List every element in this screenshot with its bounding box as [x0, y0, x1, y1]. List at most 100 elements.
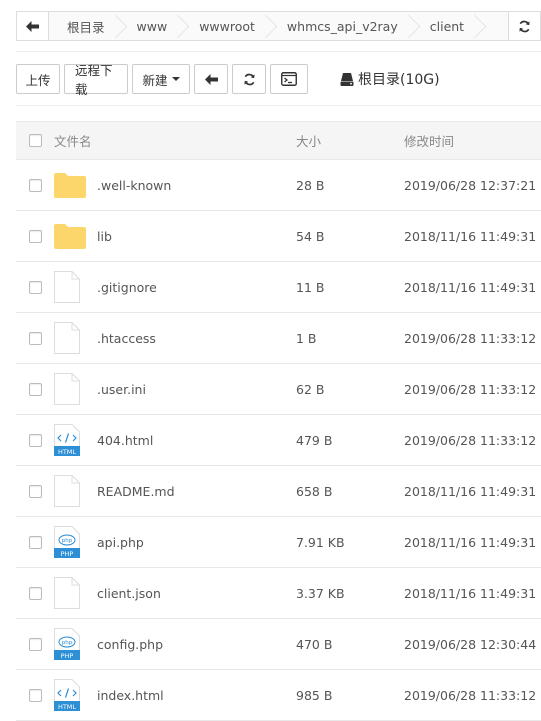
table-row[interactable]: .gitignore 11 B 2018/11/16 11:49:31: [16, 262, 541, 313]
file-type-icon-cell[interactable]: [54, 475, 97, 507]
file-size: 28 B: [296, 177, 325, 193]
breadcrumb-item-www[interactable]: www: [118, 12, 182, 40]
svg-text:HTML: HTML: [58, 703, 76, 711]
row-checkbox[interactable]: [28, 688, 42, 702]
file-modified: 2018/11/16 11:49:31: [404, 483, 537, 499]
file-modified: 2018/11/16 11:49:31: [404, 534, 537, 550]
file-name[interactable]: .well-known: [97, 178, 296, 193]
file-name[interactable]: config.php: [97, 637, 296, 652]
table-row[interactable]: php PHP config.php 470 B 2019/06/28 12:3…: [16, 619, 541, 670]
php-file-icon: php PHP: [54, 526, 80, 558]
breadcrumb-item-root[interactable]: 根目录: [49, 12, 119, 40]
file-type-icon-cell[interactable]: HTML: [54, 424, 97, 456]
caret-down-icon: [171, 77, 180, 81]
file-modified: 2018/11/16 11:49:31: [404, 585, 537, 601]
file-modified: 2019/06/28 11:33:12: [404, 687, 537, 703]
file-icon: [54, 373, 80, 405]
file-name[interactable]: index.html: [97, 688, 296, 703]
table-row[interactable]: HTML index.html 985 B 2019/06/28 11:33:1…: [16, 670, 541, 721]
folder-icon: [54, 224, 86, 249]
file-type-icon-cell[interactable]: [54, 172, 97, 198]
file-name[interactable]: .htaccess: [97, 331, 296, 346]
toolbar: 上传 远程下载 新建 根目录(10G): [16, 63, 440, 97]
divider: [16, 105, 541, 106]
file-type-icon-cell[interactable]: [54, 322, 97, 354]
file-size: 11 B: [296, 279, 325, 295]
back-button[interactable]: [194, 64, 228, 94]
file-type-icon-cell[interactable]: php PHP: [54, 526, 97, 558]
table-row[interactable]: lib 54 B 2018/11/16 11:49:31: [16, 211, 541, 262]
refresh-button[interactable]: [232, 64, 266, 94]
table-row[interactable]: .well-known 28 B 2019/06/28 12:37:21: [16, 160, 541, 211]
row-checkbox[interactable]: [28, 586, 42, 600]
file-size: 7.91 KB: [296, 534, 345, 550]
file-type-icon-cell[interactable]: [54, 577, 97, 609]
file-name[interactable]: api.php: [97, 535, 296, 550]
svg-text:PHP: PHP: [61, 550, 74, 558]
file-name[interactable]: lib: [97, 229, 296, 244]
row-checkbox[interactable]: [28, 433, 42, 447]
file-name[interactable]: 404.html: [97, 433, 296, 448]
arrow-left-icon: [26, 20, 39, 32]
row-checkbox[interactable]: [28, 535, 42, 549]
file-type-icon-cell[interactable]: HTML: [54, 679, 97, 711]
breadcrumb-refresh-button[interactable]: [508, 12, 540, 40]
file-icon: [54, 271, 80, 303]
file-type-icon-cell[interactable]: php PHP: [54, 628, 97, 660]
row-checkbox[interactable]: [28, 229, 42, 243]
new-dropdown-button[interactable]: 新建: [132, 64, 190, 94]
breadcrumb-item-client[interactable]: client: [411, 12, 479, 40]
row-checkbox[interactable]: [28, 331, 42, 345]
column-header-size[interactable]: 大小: [296, 131, 404, 150]
file-type-icon-cell[interactable]: [54, 271, 97, 303]
file-icon: [54, 577, 80, 609]
table-header: 文件名 大小 修改时间: [16, 121, 541, 160]
breadcrumb: 根目录 www wwwroot whmcs_api_v2ray client: [16, 11, 541, 41]
arrow-left-icon: [204, 73, 218, 85]
file-size: 658 B: [296, 483, 333, 499]
upload-button[interactable]: 上传: [16, 64, 60, 94]
file-modified: 2019/06/28 11:33:12: [404, 381, 537, 397]
file-size: 54 B: [296, 228, 325, 244]
terminal-button[interactable]: [270, 64, 308, 94]
table-row[interactable]: php PHP api.php 7.91 KB 2018/11/16 11:49…: [16, 517, 541, 568]
row-checkbox[interactable]: [28, 382, 42, 396]
svg-text:PHP: PHP: [61, 652, 74, 660]
column-header-modified[interactable]: 修改时间: [404, 131, 541, 150]
file-type-icon-cell[interactable]: [54, 373, 97, 405]
file-name[interactable]: .user.ini: [97, 382, 296, 397]
file-name[interactable]: .gitignore: [97, 280, 296, 295]
select-all-checkbox[interactable]: [28, 134, 42, 147]
table-row[interactable]: .user.ini 62 B 2019/06/28 11:33:12: [16, 364, 541, 415]
html-file-icon: HTML: [54, 679, 80, 711]
table-row[interactable]: .htaccess 1 B 2019/06/28 11:33:12: [16, 313, 541, 364]
breadcrumb-back-button[interactable]: [17, 12, 49, 40]
folder-icon: [54, 173, 86, 198]
svg-text:php: php: [62, 538, 73, 544]
table-row[interactable]: client.json 3.37 KB 2018/11/16 11:49:31: [16, 568, 541, 619]
divider: [16, 51, 541, 52]
file-type-icon-cell[interactable]: [54, 223, 97, 249]
hdd-icon: [340, 72, 354, 86]
table-row[interactable]: README.md 658 B 2018/11/16 11:49:31: [16, 466, 541, 517]
file-size: 3.37 KB: [296, 585, 345, 601]
file-modified: 2019/06/28 11:33:12: [404, 330, 537, 346]
remote-download-button[interactable]: 远程下载: [64, 63, 128, 97]
svg-text:HTML: HTML: [58, 448, 76, 456]
breadcrumb-item-wwwroot[interactable]: wwwroot: [181, 12, 269, 40]
file-modified: 2019/06/28 12:30:44: [404, 636, 537, 652]
row-checkbox[interactable]: [28, 484, 42, 498]
breadcrumb-item-whmcs[interactable]: whmcs_api_v2ray: [268, 12, 412, 40]
refresh-icon: [243, 73, 255, 85]
row-checkbox[interactable]: [28, 280, 42, 294]
file-size: 62 B: [296, 381, 325, 397]
file-name[interactable]: README.md: [97, 484, 296, 499]
row-checkbox[interactable]: [28, 178, 42, 192]
php-file-icon: php PHP: [54, 628, 80, 660]
table-row[interactable]: HTML 404.html 479 B 2019/06/28 11:33:12: [16, 415, 541, 466]
file-name[interactable]: client.json: [97, 586, 296, 601]
svg-text:php: php: [62, 640, 73, 646]
column-header-name[interactable]: 文件名: [54, 131, 296, 150]
disk-indicator[interactable]: 根目录(10G): [340, 69, 440, 89]
row-checkbox[interactable]: [28, 637, 42, 651]
